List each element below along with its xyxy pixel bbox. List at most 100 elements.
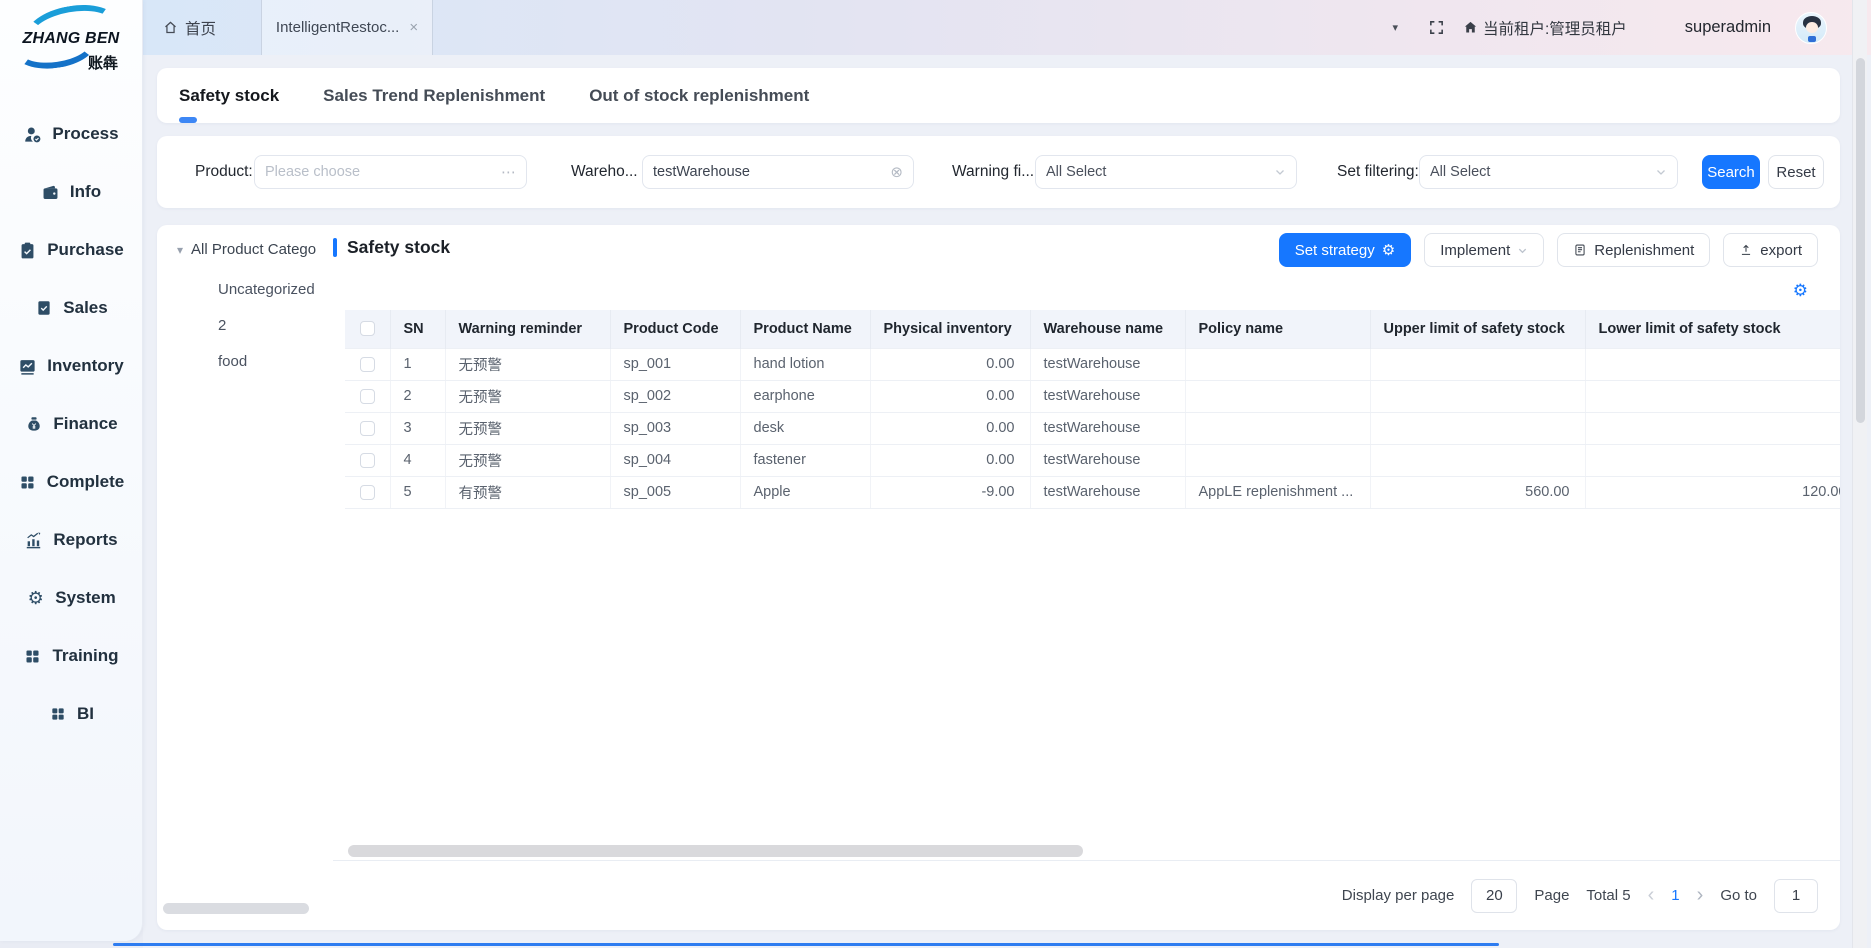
money-bag-icon: [24, 415, 43, 433]
sidebar-item-reports[interactable]: Reports: [0, 511, 142, 569]
tree-node-uncategorized[interactable]: Uncategorized: [218, 271, 315, 307]
tree-node-all-product-categories[interactable]: ▾ All Product Catego: [177, 241, 316, 258]
cell-lower: [1585, 444, 1840, 476]
home-outline-icon: [163, 20, 178, 35]
tenant-label: 当前租户:管理员租户: [1483, 17, 1627, 39]
set-filtering-select[interactable]: All Select: [1419, 155, 1678, 189]
select-all-checkbox[interactable]: [360, 321, 375, 336]
app-logo[interactable]: ZHANG BEN 账犇: [0, 0, 142, 100]
sidebar-item-label: Purchase: [47, 240, 124, 260]
warehouse-picker[interactable]: ⊗: [642, 155, 914, 189]
warehouse-input[interactable]: [653, 164, 884, 180]
replenishment-button[interactable]: Replenishment: [1557, 233, 1710, 267]
sidebar-item-sales[interactable]: Sales: [0, 279, 142, 337]
sidebar-item-purchase[interactable]: Purchase: [0, 221, 142, 279]
prev-page-icon[interactable]: ‹: [1648, 884, 1655, 907]
warning-filter-value: All Select: [1046, 164, 1274, 180]
table-horizontal-scrollbar[interactable]: [348, 845, 1083, 857]
cell-warning: 无预警: [445, 380, 610, 412]
set-strategy-button[interactable]: Set strategy ⚙: [1279, 233, 1412, 267]
col-header-sn: SN: [390, 310, 445, 348]
table-row: 3 无预警 sp_003 desk 0.00 testWarehouse: [345, 412, 1840, 444]
tree-node-food[interactable]: food: [218, 343, 315, 379]
cell-sn: 4: [390, 444, 445, 476]
tree-horizontal-scrollbar[interactable]: [163, 903, 309, 914]
row-checkbox[interactable]: [360, 389, 375, 404]
avatar[interactable]: [1795, 12, 1827, 44]
topbar-right: ▾ 当前租户:管理员租户 superadmin: [1392, 12, 1871, 44]
cell-code: sp_001: [610, 348, 740, 380]
tab-sales-trend-replenishment[interactable]: Sales Trend Replenishment: [323, 86, 545, 106]
row-checkbox[interactable]: [360, 357, 375, 372]
avatar-face: [1806, 22, 1818, 33]
tab-label: IntelligentRestoc...: [276, 19, 399, 36]
cell-upper: [1370, 348, 1585, 380]
page-tabs-card: Safety stock Sales Trend Replenishment O…: [157, 68, 1840, 123]
content-area: Safety stock Sales Trend Replenishment O…: [143, 55, 1871, 948]
sidebar-item-complete[interactable]: Complete: [0, 453, 142, 511]
document-check-icon: [34, 299, 53, 317]
set-strategy-label: Set strategy: [1295, 242, 1375, 259]
sidebar-item-inventory[interactable]: Inventory: [0, 337, 142, 395]
safety-stock-table: SN Warning reminder Product Code Product…: [345, 310, 1840, 509]
cell-policy: [1185, 348, 1370, 380]
set-filtering-value: All Select: [1430, 164, 1655, 180]
implement-button[interactable]: Implement: [1424, 233, 1544, 267]
cell-name: hand lotion: [740, 348, 870, 380]
sidebar-item-system[interactable]: ⚙ System: [0, 569, 142, 627]
row-checkbox[interactable]: [360, 421, 375, 436]
close-icon[interactable]: ×: [409, 19, 418, 36]
next-page-icon[interactable]: ›: [1697, 884, 1704, 907]
breadcrumb-home-label: 首页: [185, 17, 216, 39]
current-page[interactable]: 1: [1671, 887, 1679, 904]
tree-root-label: All Product Catego: [191, 241, 316, 258]
sidebar-item-bi[interactable]: BI: [0, 685, 142, 743]
row-checkbox[interactable]: [360, 485, 375, 500]
cell-warehouse: testWarehouse: [1030, 412, 1185, 444]
more-icon[interactable]: ⋯: [501, 163, 516, 181]
tab-safety-stock[interactable]: Safety stock: [179, 86, 279, 106]
cell-lower: [1585, 412, 1840, 444]
set-filtering-label: Set filtering:: [1337, 136, 1419, 208]
export-button[interactable]: export: [1723, 233, 1818, 267]
reset-button[interactable]: Reset: [1768, 155, 1824, 189]
fullscreen-icon[interactable]: [1428, 19, 1445, 36]
tree-collapse-icon[interactable]: ▾: [177, 243, 183, 257]
chevron-down-icon[interactable]: ▾: [1392, 21, 1398, 34]
page-vertical-scrollbar[interactable]: [1852, 0, 1867, 948]
warehouse-label: Wareho...: [571, 136, 638, 208]
tab-out-of-stock-replenishment[interactable]: Out of stock replenishment: [589, 86, 809, 106]
username[interactable]: superadmin: [1685, 18, 1771, 37]
column-settings-gear-icon[interactable]: ⚙: [1793, 282, 1808, 299]
cell-inventory: 0.00: [870, 412, 1030, 444]
sidebar-item-label: Inventory: [47, 356, 124, 376]
cell-policy: AppLE replenishment ...: [1185, 476, 1370, 508]
clear-icon[interactable]: ⊗: [890, 163, 903, 181]
home-filled-icon: [1463, 20, 1478, 35]
scrollbar-thumb[interactable]: [1856, 58, 1865, 423]
search-button[interactable]: Search: [1702, 155, 1760, 189]
product-input[interactable]: [265, 164, 495, 180]
grid-icon: [18, 474, 37, 491]
tenant-indicator[interactable]: 当前租户:管理员租户: [1463, 17, 1627, 39]
document-icon: [1573, 243, 1587, 257]
goto-page-input[interactable]: [1774, 879, 1818, 913]
sidebar-item-process[interactable]: Process: [0, 105, 142, 163]
row-checkbox[interactable]: [360, 453, 375, 468]
cell-lower: [1585, 348, 1840, 380]
cell-warehouse: testWarehouse: [1030, 348, 1185, 380]
warning-filter-select[interactable]: All Select: [1035, 155, 1297, 189]
table-row: 2 无预警 sp_002 earphone 0.00 testWarehouse: [345, 380, 1840, 412]
cell-warning: 无预警: [445, 348, 610, 380]
sidebar-item-finance[interactable]: Finance: [0, 395, 142, 453]
sidebar-item-training[interactable]: Training: [0, 627, 142, 685]
section-actions: Set strategy ⚙ Implement Replenishment: [1279, 233, 1818, 267]
tree-node-2[interactable]: 2: [218, 307, 315, 343]
cell-upper: 560.00: [1370, 476, 1585, 508]
sidebar-item-info[interactable]: Info: [0, 163, 142, 221]
tab-intelligent-restock[interactable]: IntelligentRestoc... ×: [261, 0, 433, 55]
breadcrumb-home[interactable]: 首页: [163, 17, 216, 39]
page-size-input[interactable]: [1471, 879, 1517, 913]
cell-policy: [1185, 380, 1370, 412]
product-picker[interactable]: ⋯: [254, 155, 527, 189]
